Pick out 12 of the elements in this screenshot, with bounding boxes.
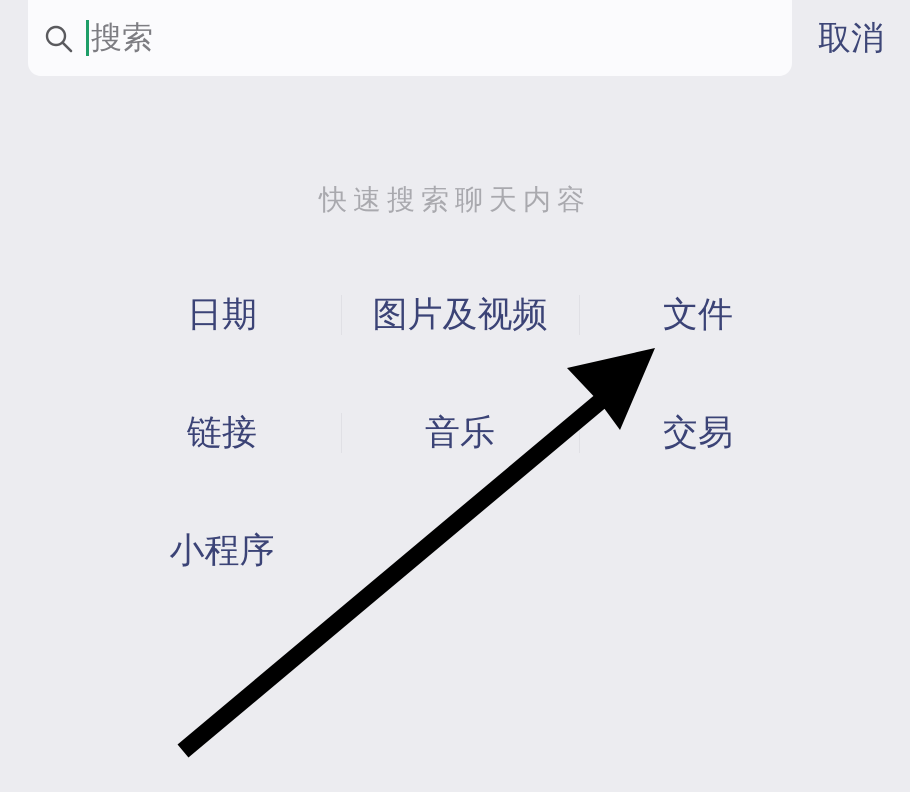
category-link[interactable]: 交易 xyxy=(663,410,733,456)
category-link[interactable]: 文件 xyxy=(663,292,733,338)
category-link[interactable]: 日期 xyxy=(187,292,257,338)
category-link[interactable]: 音乐 xyxy=(425,410,495,456)
category-link[interactable]: 图片及视频 xyxy=(372,292,548,338)
category-link[interactable]: 小程序 xyxy=(170,528,274,574)
hint-text: 快速搜索聊天内容 xyxy=(319,183,591,217)
search-icon xyxy=(44,24,74,54)
category-link[interactable]: 链接 xyxy=(187,410,257,456)
search-field[interactable]: 搜索 xyxy=(28,0,792,76)
search-input[interactable]: 搜索 xyxy=(89,16,780,60)
cancel-button[interactable]: 取消 xyxy=(816,12,886,64)
